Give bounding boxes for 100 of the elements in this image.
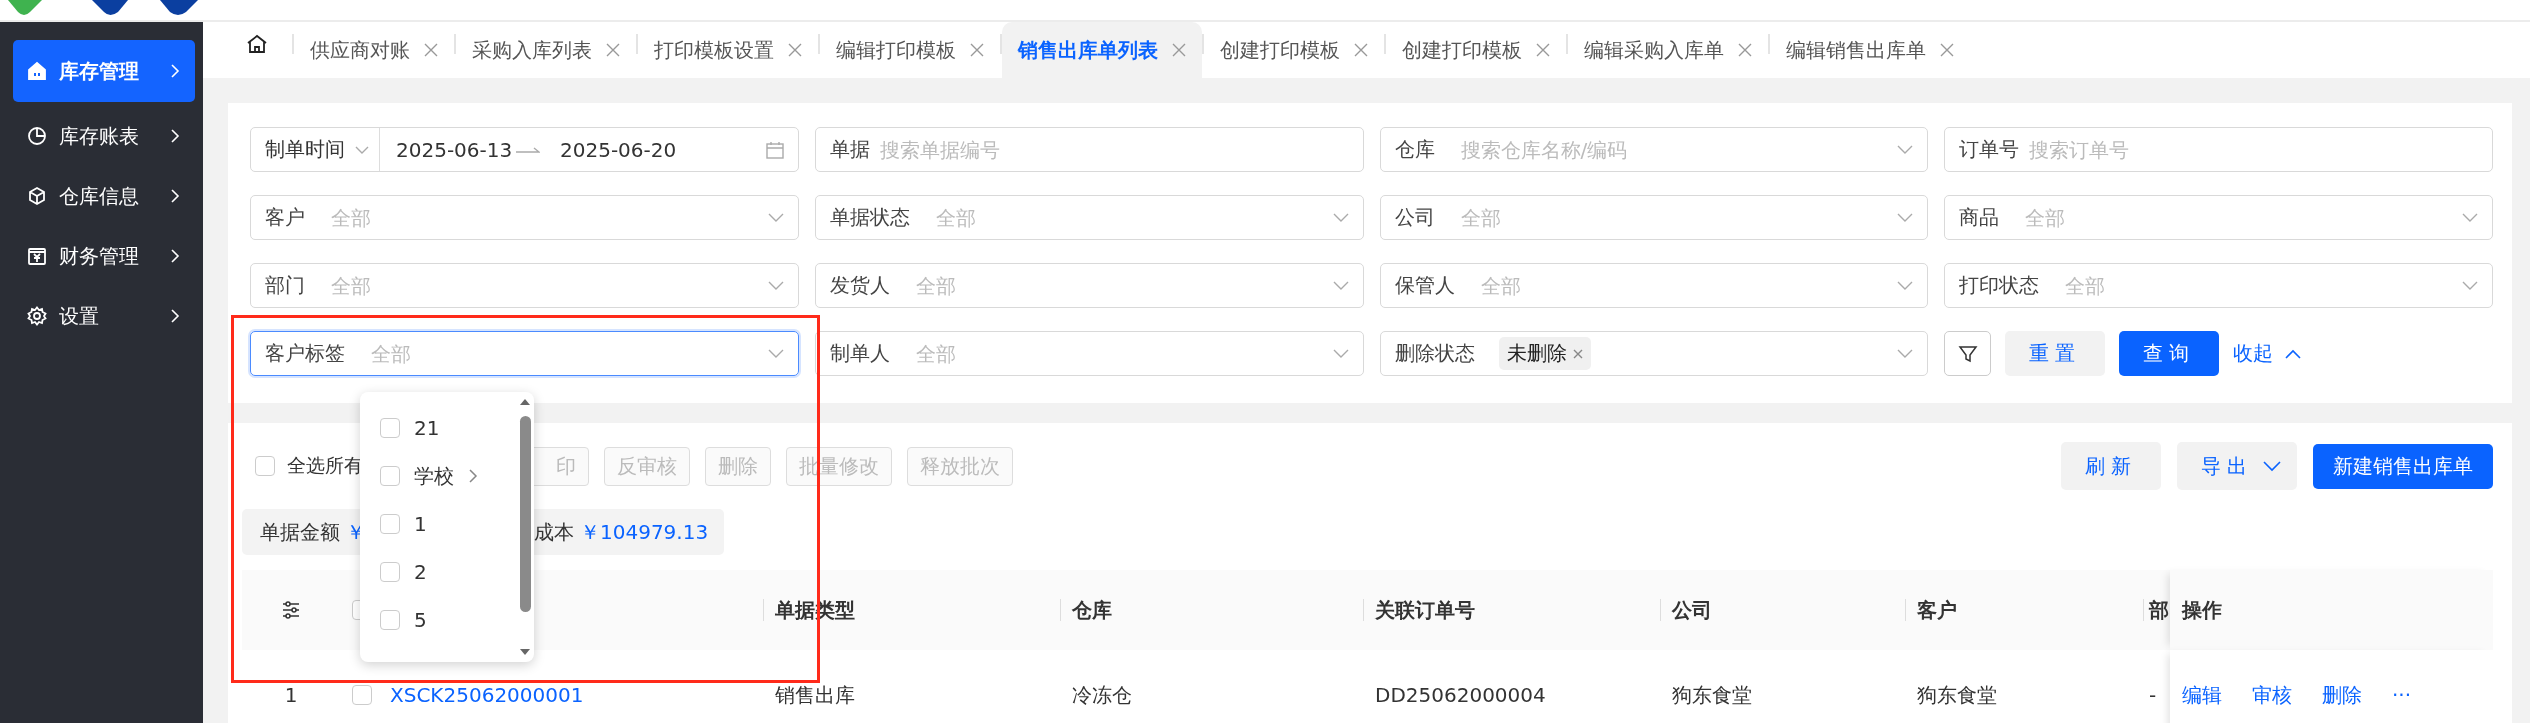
close-icon[interactable] bbox=[1738, 43, 1752, 57]
tab[interactable]: 供应商对账 bbox=[294, 22, 454, 78]
chevron-down-icon bbox=[2462, 212, 2478, 223]
scroll-down-icon[interactable] bbox=[519, 648, 531, 656]
dropdown-option[interactable]: 1 bbox=[360, 500, 516, 548]
search-input[interactable]: 搜索单据编号 bbox=[877, 136, 1349, 163]
tab[interactable]: 采购入库列表 bbox=[456, 22, 636, 78]
dropdown-option[interactable]: 学校 bbox=[360, 452, 516, 500]
tab[interactable]: 创建打印模板 bbox=[1204, 22, 1384, 78]
chevron-down-icon bbox=[1897, 280, 1914, 291]
select-field[interactable]: 制单人 全部 bbox=[814, 331, 1364, 376]
select-field[interactable]: 仓库 搜索仓库名称/编码 bbox=[1379, 127, 1929, 172]
option-checkbox[interactable] bbox=[380, 418, 400, 438]
row-action-link[interactable]: 删除 bbox=[2322, 681, 2362, 709]
home-icon[interactable] bbox=[246, 34, 268, 54]
select-all-checkbox[interactable] bbox=[255, 456, 275, 476]
chevron-down-icon bbox=[1332, 212, 1349, 223]
select-input[interactable]: 搜索仓库名称/编码 bbox=[1458, 136, 1890, 163]
select-field[interactable]: 打印状态 全部 bbox=[1944, 263, 2493, 308]
end-date[interactable]: 2025-06-20 bbox=[560, 137, 680, 162]
close-icon[interactable] bbox=[1536, 43, 1550, 57]
close-icon[interactable] bbox=[606, 43, 620, 57]
sidebar-item[interactable]: 仓库信息 bbox=[13, 166, 195, 226]
summary-label: 单据金额 bbox=[260, 518, 340, 546]
search-field[interactable]: 单据 搜索单据编号 bbox=[814, 127, 1364, 172]
select-input[interactable]: 全部 bbox=[933, 204, 1325, 231]
sidebar-item[interactable]: 财务管理 bbox=[13, 226, 195, 286]
option-checkbox[interactable] bbox=[380, 514, 400, 534]
query-button[interactable]: 查询 bbox=[2119, 331, 2220, 376]
select-field[interactable]: 部门 全部 bbox=[250, 263, 799, 308]
field-label: 订单号 bbox=[1959, 136, 2020, 163]
reset-button[interactable]: 重置 bbox=[2005, 331, 2106, 376]
select-field[interactable]: 商品 全部 bbox=[1944, 195, 2493, 240]
select-input[interactable]: 全部 bbox=[329, 204, 760, 231]
export-button[interactable]: 导出 bbox=[2177, 442, 2297, 490]
field-label: 客户 bbox=[265, 204, 305, 231]
scroll-up-icon[interactable] bbox=[519, 398, 531, 406]
tab[interactable]: 编辑销售出库单 bbox=[1770, 22, 1970, 78]
column-header: 关联订单号 bbox=[1375, 596, 1475, 624]
column-settings-icon[interactable] bbox=[281, 601, 301, 619]
tab[interactable]: 销售出库单列表 bbox=[1002, 22, 1202, 78]
select-input[interactable]: 全部 bbox=[913, 340, 1325, 367]
sidebar-item[interactable]: 库存账表 bbox=[13, 106, 195, 166]
chevron-down-icon bbox=[767, 348, 784, 359]
dropdown-option[interactable]: 5 bbox=[360, 596, 516, 644]
chevron-right-icon bbox=[169, 308, 181, 324]
dropdown-option[interactable]: 2 bbox=[360, 548, 516, 596]
select-all-label: 全选所有 bbox=[287, 453, 363, 478]
select-input[interactable]: 全部 bbox=[913, 272, 1325, 299]
range-type-select[interactable]: 制单时间 bbox=[251, 128, 380, 171]
tab[interactable]: 编辑采购入库单 bbox=[1568, 22, 1768, 78]
tab[interactable]: 创建打印模板 bbox=[1386, 22, 1566, 78]
select-field[interactable]: 发货人 全部 bbox=[814, 263, 1364, 308]
row-action-link[interactable]: 审核 bbox=[2252, 681, 2292, 709]
row-action-link[interactable]: 编辑 bbox=[2182, 681, 2222, 709]
option-checkbox[interactable] bbox=[380, 466, 400, 486]
option-checkbox[interactable] bbox=[380, 562, 400, 582]
close-icon[interactable] bbox=[424, 43, 438, 57]
row-checkbox[interactable] bbox=[352, 685, 372, 705]
refresh-button[interactable]: 刷新 bbox=[2061, 442, 2161, 490]
close-icon[interactable] bbox=[1172, 43, 1186, 57]
filter-button[interactable] bbox=[1944, 331, 1992, 376]
field-label: 保管人 bbox=[1394, 272, 1455, 299]
close-icon[interactable] bbox=[970, 43, 984, 57]
select-field[interactable]: 客户标签 全部 bbox=[250, 331, 799, 376]
field-label: 客户标签 bbox=[265, 340, 345, 367]
close-icon[interactable] bbox=[1572, 348, 1583, 359]
select-input[interactable]: 全部 bbox=[369, 340, 760, 367]
option-checkbox[interactable] bbox=[380, 610, 400, 630]
dropdown-option[interactable]: 21 bbox=[360, 404, 516, 452]
select-input[interactable]: 全部 bbox=[1478, 272, 1890, 299]
chevron-right-icon bbox=[169, 248, 181, 264]
create-button[interactable]: 新建销售出库单 bbox=[2313, 443, 2493, 489]
table-cell: DD25062000004 bbox=[1375, 683, 1546, 707]
column-header: 操作 bbox=[2182, 596, 2222, 624]
select-field[interactable]: 单据状态 全部 bbox=[814, 195, 1364, 240]
column-header: 公司 bbox=[1672, 596, 1712, 624]
select-input[interactable]: 全部 bbox=[1458, 204, 1890, 231]
select-field[interactable]: 公司 全部 bbox=[1379, 195, 1929, 240]
select-input[interactable]: 全部 bbox=[329, 272, 760, 299]
row-action-link[interactable]: ··· bbox=[2392, 683, 2412, 707]
search-input[interactable]: 搜索订单号 bbox=[2027, 136, 2478, 163]
select-input[interactable]: 全部 bbox=[2063, 272, 2454, 299]
collapse-link[interactable]: 收起 bbox=[2233, 340, 2302, 367]
close-icon[interactable] bbox=[1940, 43, 1954, 57]
row-number: 1 bbox=[284, 683, 298, 707]
tab[interactable]: 编辑打印模板 bbox=[820, 22, 1000, 78]
select-field[interactable]: 删除状态 未删除 bbox=[1379, 331, 1929, 376]
close-icon[interactable] bbox=[1354, 43, 1368, 57]
chevron-down-icon bbox=[2462, 280, 2478, 291]
tab[interactable]: 打印模板设置 bbox=[638, 22, 818, 78]
document-link[interactable]: XSCK25062000001 bbox=[390, 683, 584, 707]
sidebar-item[interactable]: 库存管理 bbox=[13, 40, 195, 102]
close-icon[interactable] bbox=[788, 43, 802, 57]
search-field[interactable]: 订单号 搜索订单号 bbox=[1944, 127, 2493, 172]
select-field[interactable]: 保管人 全部 bbox=[1379, 263, 1929, 308]
select-field[interactable]: 客户 全部 bbox=[250, 195, 799, 240]
select-input[interactable]: 全部 bbox=[2023, 204, 2454, 231]
sidebar-item[interactable]: 设置 bbox=[13, 286, 195, 346]
start-date[interactable]: 2025-06-13 bbox=[396, 137, 516, 162]
